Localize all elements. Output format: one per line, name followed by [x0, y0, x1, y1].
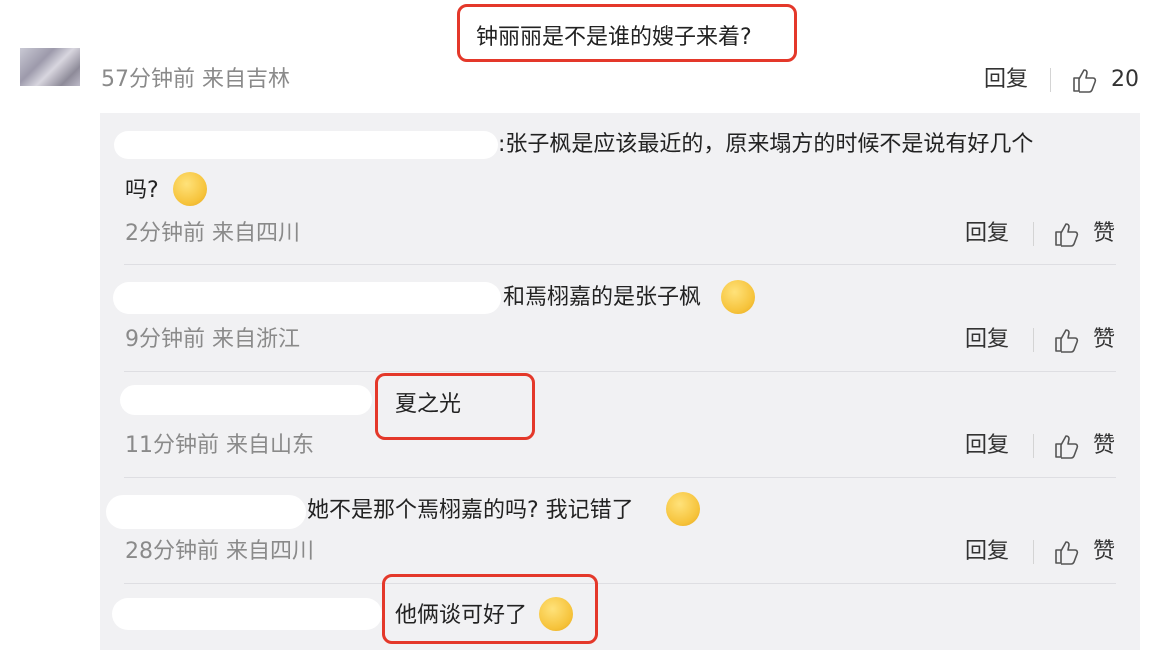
reply-text-continued: 吗? [125, 178, 159, 203]
redacted-username [106, 495, 306, 529]
row-divider [124, 477, 1116, 478]
like-label[interactable]: 赞 [1093, 537, 1115, 567]
reply-time-location: 2分钟前 来自四川 [125, 221, 300, 246]
reply-button[interactable]: 回复 [965, 431, 1009, 461]
shocked-icon [666, 492, 700, 526]
like-label[interactable]: 赞 [1093, 431, 1115, 461]
divider [1033, 434, 1034, 458]
divider [1033, 540, 1034, 564]
reply-button[interactable]: 回复 [965, 325, 1009, 355]
redacted-username [113, 282, 501, 314]
replies-panel [100, 113, 1140, 650]
thumbs-up-icon[interactable] [1053, 220, 1081, 248]
thumbs-up-icon[interactable] [1053, 326, 1081, 354]
like-count: 20 [1111, 67, 1139, 92]
row-divider [124, 264, 1116, 265]
reply-button[interactable]: 回复 [984, 65, 1028, 95]
laugh-icon [721, 280, 755, 314]
row-divider [124, 583, 1116, 584]
like-label[interactable]: 赞 [1093, 325, 1115, 355]
reply-text: 他俩谈可好了 [395, 603, 528, 628]
flower-face-icon [539, 597, 573, 631]
reply-text: 她不是那个焉栩嘉的吗? 我记错了 [307, 498, 634, 523]
divider [1050, 68, 1051, 92]
main-comment-time-location: 57分钟前 来自吉林 [101, 67, 290, 92]
avatar[interactable] [20, 48, 80, 86]
cry-laugh-icon [173, 172, 207, 206]
reply-button[interactable]: 回复 [965, 219, 1009, 249]
reply-button[interactable]: 回复 [965, 537, 1009, 567]
reply-text: 夏之光 [395, 392, 462, 417]
divider [1033, 222, 1034, 246]
main-comment-text: 钟丽丽是不是谁的嫂子来着? [476, 25, 752, 50]
thumbs-up-icon[interactable] [1053, 432, 1081, 460]
reply-time-location: 9分钟前 来自浙江 [125, 327, 300, 352]
like-label[interactable]: 赞 [1093, 219, 1115, 249]
redacted-username [0, 18, 456, 52]
thumbs-up-icon[interactable] [1053, 538, 1081, 566]
reply-time-location: 11分钟前 来自山东 [125, 433, 314, 458]
redacted-username [112, 598, 382, 630]
redacted-username [120, 385, 372, 415]
reply-text: 和焉栩嘉的是张子枫 [503, 285, 702, 310]
reply-text: :张子枫是应该最近的，原来塌方的时候不是说有好几个 [498, 132, 1034, 157]
redacted-username [114, 131, 498, 159]
thumbs-up-icon[interactable] [1071, 66, 1099, 94]
reply-time-location: 28分钟前 来自四川 [125, 539, 314, 564]
divider [1033, 328, 1034, 352]
row-divider [124, 371, 1116, 372]
